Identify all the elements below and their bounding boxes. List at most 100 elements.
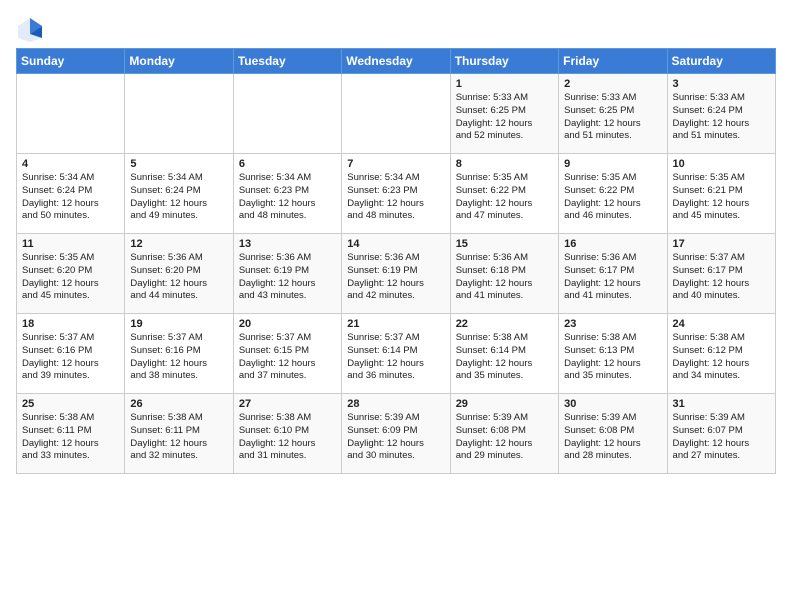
day-number: 24 xyxy=(673,318,770,330)
day-number: 16 xyxy=(564,238,661,250)
day-info: Sunrise: 5:33 AM Sunset: 6:25 PM Dayligh… xyxy=(564,92,661,143)
logo-icon xyxy=(16,16,44,44)
calendar-cell: 5Sunrise: 5:34 AM Sunset: 6:24 PM Daylig… xyxy=(125,154,233,234)
calendar-cell: 26 Sunrise: 5:38 AM Sunset: 6:11 PM Dayli… xyxy=(125,394,233,474)
day-info: Sunrise: 5:35 AM Sunset: 6:20 PM Dayligh… xyxy=(22,252,119,303)
col-header-tuesday: Tuesday xyxy=(233,49,341,74)
day-info: Sunrise: 5:38 AM Sunset: 6:12 PM Dayligh… xyxy=(673,332,770,383)
day-number: 10 xyxy=(673,158,770,170)
calendar-cell: 31Sunrise: 5:39 AM Sunset: 6:07 PM Dayli… xyxy=(667,394,775,474)
calendar-cell: 29Sunrise: 5:39 AM Sunset: 6:08 PM Dayli… xyxy=(450,394,558,474)
calendar-cell: 16 Sunrise: 5:36 AM Sunset: 6:17 PM Dayli… xyxy=(559,234,667,314)
calendar-table: SundayMondayTuesdayWednesdayThursdayFrid… xyxy=(16,48,776,474)
week-row-2: 4 Sunrise: 5:34 AM Sunset: 6:24 PM Daylig… xyxy=(17,154,776,234)
day-info: Sunrise: 5:36 AM Sunset: 6:17 PM Dayligh… xyxy=(564,252,661,303)
day-info: Sunrise: 5:39 AM Sunset: 6:08 PM Dayligh… xyxy=(456,412,553,463)
day-number: 12 xyxy=(130,238,227,250)
day-info: Sunrise: 5:34 AM Sunset: 6:23 PM Dayligh… xyxy=(347,172,444,223)
day-info: Sunrise: 5:33 AM Sunset: 6:25 PM Dayligh… xyxy=(456,92,553,143)
calendar-cell xyxy=(125,74,233,154)
day-number: 19 xyxy=(130,318,227,330)
day-number: 13 xyxy=(239,238,336,250)
day-number: 1 xyxy=(456,78,553,90)
calendar-cell: 30 Sunrise: 5:39 AM Sunset: 6:08 PM Dayli… xyxy=(559,394,667,474)
day-info: Sunrise: 5:38 AM Sunset: 6:13 PM Dayligh… xyxy=(564,332,661,383)
day-info: Sunrise: 5:34 AM Sunset: 6:24 PM Dayligh… xyxy=(22,172,119,223)
calendar-cell: 22Sunrise: 5:38 AM Sunset: 6:14 PM Dayli… xyxy=(450,314,558,394)
day-number: 28 xyxy=(347,398,444,410)
day-number: 22 xyxy=(456,318,553,330)
calendar-cell: 3 Sunrise: 5:33 AM Sunset: 6:24 PM Daylig… xyxy=(667,74,775,154)
calendar-cell: 10 Sunrise: 5:35 AM Sunset: 6:21 PM Dayli… xyxy=(667,154,775,234)
day-number: 14 xyxy=(347,238,444,250)
calendar-cell: 9 Sunrise: 5:35 AM Sunset: 6:22 PM Daylig… xyxy=(559,154,667,234)
calendar-cell: 7 Sunrise: 5:34 AM Sunset: 6:23 PM Daylig… xyxy=(342,154,450,234)
calendar-cell: 14 Sunrise: 5:36 AM Sunset: 6:19 PM Dayli… xyxy=(342,234,450,314)
day-info: Sunrise: 5:38 AM Sunset: 6:10 PM Dayligh… xyxy=(239,412,336,463)
day-number: 6 xyxy=(239,158,336,170)
week-row-5: 25 Sunrise: 5:38 AM Sunset: 6:11 PM Dayli… xyxy=(17,394,776,474)
calendar-cell: 6Sunrise: 5:34 AM Sunset: 6:23 PM Daylig… xyxy=(233,154,341,234)
day-info: Sunrise: 5:37 AM Sunset: 6:16 PM Dayligh… xyxy=(130,332,227,383)
day-number: 25 xyxy=(22,398,119,410)
day-info: Sunrise: 5:36 AM Sunset: 6:20 PM Dayligh… xyxy=(130,252,227,303)
week-row-4: 18 Sunrise: 5:37 AM Sunset: 6:16 PM Dayli… xyxy=(17,314,776,394)
col-header-monday: Monday xyxy=(125,49,233,74)
day-number: 3 xyxy=(673,78,770,90)
calendar-cell: 28 Sunrise: 5:39 AM Sunset: 6:09 PM Dayli… xyxy=(342,394,450,474)
calendar-cell: 24 Sunrise: 5:38 AM Sunset: 6:12 PM Dayli… xyxy=(667,314,775,394)
day-info: Sunrise: 5:35 AM Sunset: 6:21 PM Dayligh… xyxy=(673,172,770,223)
day-number: 5 xyxy=(130,158,227,170)
day-info: Sunrise: 5:35 AM Sunset: 6:22 PM Dayligh… xyxy=(564,172,661,223)
day-number: 11 xyxy=(22,238,119,250)
day-info: Sunrise: 5:36 AM Sunset: 6:19 PM Dayligh… xyxy=(347,252,444,303)
calendar-cell: 23 Sunrise: 5:38 AM Sunset: 6:13 PM Dayli… xyxy=(559,314,667,394)
day-number: 15 xyxy=(456,238,553,250)
calendar-cell: 13 Sunrise: 5:36 AM Sunset: 6:19 PM Dayli… xyxy=(233,234,341,314)
day-number: 18 xyxy=(22,318,119,330)
day-info: Sunrise: 5:39 AM Sunset: 6:09 PM Dayligh… xyxy=(347,412,444,463)
calendar-cell: 1 Sunrise: 5:33 AM Sunset: 6:25 PM Daylig… xyxy=(450,74,558,154)
page-header xyxy=(16,16,776,44)
day-info: Sunrise: 5:37 AM Sunset: 6:14 PM Dayligh… xyxy=(347,332,444,383)
day-info: Sunrise: 5:33 AM Sunset: 6:24 PM Dayligh… xyxy=(673,92,770,143)
day-number: 27 xyxy=(239,398,336,410)
day-number: 26 xyxy=(130,398,227,410)
day-info: Sunrise: 5:36 AM Sunset: 6:18 PM Dayligh… xyxy=(456,252,553,303)
week-row-3: 11 Sunrise: 5:35 AM Sunset: 6:20 PM Dayli… xyxy=(17,234,776,314)
calendar-cell: 11 Sunrise: 5:35 AM Sunset: 6:20 PM Dayli… xyxy=(17,234,125,314)
logo xyxy=(16,16,48,44)
calendar-cell: 20 Sunrise: 5:37 AM Sunset: 6:15 PM Dayli… xyxy=(233,314,341,394)
day-info: Sunrise: 5:39 AM Sunset: 6:08 PM Dayligh… xyxy=(564,412,661,463)
calendar-cell: 8 Sunrise: 5:35 AM Sunset: 6:22 PM Daylig… xyxy=(450,154,558,234)
day-number: 20 xyxy=(239,318,336,330)
col-header-friday: Friday xyxy=(559,49,667,74)
calendar-cell: 21 Sunrise: 5:37 AM Sunset: 6:14 PM Dayli… xyxy=(342,314,450,394)
calendar-cell: 4 Sunrise: 5:34 AM Sunset: 6:24 PM Daylig… xyxy=(17,154,125,234)
calendar-cell: 12 Sunrise: 5:36 AM Sunset: 6:20 PM Dayli… xyxy=(125,234,233,314)
day-info: Sunrise: 5:36 AM Sunset: 6:19 PM Dayligh… xyxy=(239,252,336,303)
day-number: 8 xyxy=(456,158,553,170)
day-info: Sunrise: 5:37 AM Sunset: 6:16 PM Dayligh… xyxy=(22,332,119,383)
day-info: Sunrise: 5:39 AM Sunset: 6:07 PM Dayligh… xyxy=(673,412,770,463)
day-info: Sunrise: 5:37 AM Sunset: 6:17 PM Dayligh… xyxy=(673,252,770,303)
calendar-cell: 17 Sunrise: 5:37 AM Sunset: 6:17 PM Dayli… xyxy=(667,234,775,314)
day-info: Sunrise: 5:37 AM Sunset: 6:15 PM Dayligh… xyxy=(239,332,336,383)
day-info: Sunrise: 5:35 AM Sunset: 6:22 PM Dayligh… xyxy=(456,172,553,223)
day-number: 2 xyxy=(564,78,661,90)
col-header-sunday: Sunday xyxy=(17,49,125,74)
calendar-cell: 2 Sunrise: 5:33 AM Sunset: 6:25 PM Daylig… xyxy=(559,74,667,154)
day-number: 9 xyxy=(564,158,661,170)
day-number: 30 xyxy=(564,398,661,410)
day-number: 4 xyxy=(22,158,119,170)
day-number: 7 xyxy=(347,158,444,170)
calendar-cell: 15 Sunrise: 5:36 AM Sunset: 6:18 PM Dayli… xyxy=(450,234,558,314)
day-info: Sunrise: 5:38 AM Sunset: 6:11 PM Dayligh… xyxy=(130,412,227,463)
calendar-cell xyxy=(342,74,450,154)
calendar-cell xyxy=(233,74,341,154)
day-number: 23 xyxy=(564,318,661,330)
day-number: 21 xyxy=(347,318,444,330)
week-row-1: 1 Sunrise: 5:33 AM Sunset: 6:25 PM Daylig… xyxy=(17,74,776,154)
day-info: Sunrise: 5:38 AM Sunset: 6:11 PM Dayligh… xyxy=(22,412,119,463)
day-number: 17 xyxy=(673,238,770,250)
